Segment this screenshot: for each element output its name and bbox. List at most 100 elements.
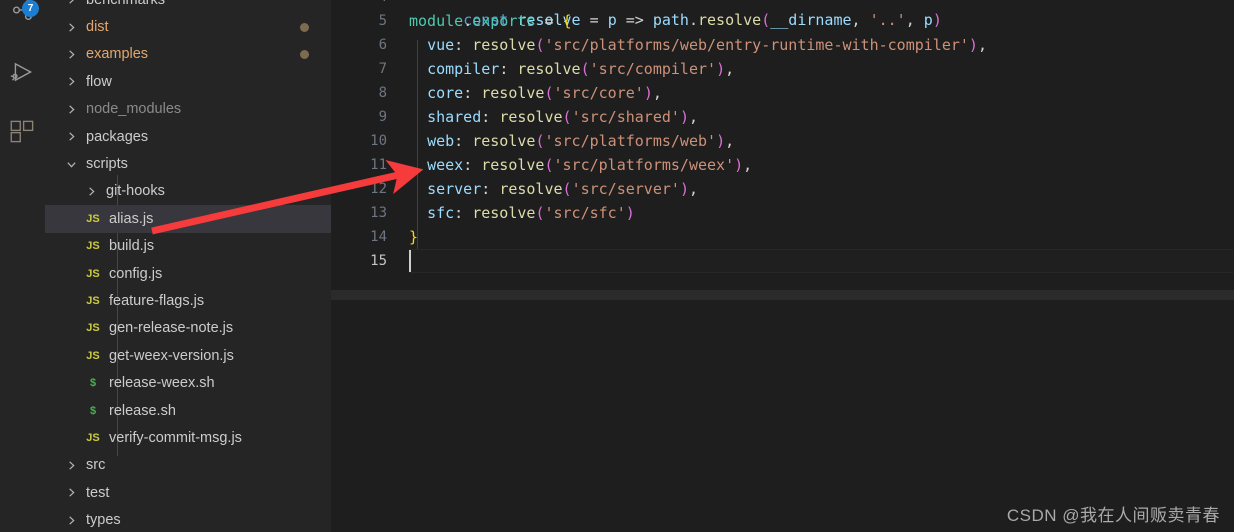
extensions-icon <box>9 118 36 145</box>
code-text: weex: resolve('src/platforms/weex'), <box>427 155 753 174</box>
code-line[interactable]: 10 web: resolve('src/platforms/web'), <box>331 129 1234 153</box>
chevron-right-icon[interactable] <box>63 460 80 471</box>
tree-item-packages[interactable]: packages <box>45 123 331 150</box>
javascript-file-icon: JS <box>86 294 100 307</box>
tree-item-release-weex-sh[interactable]: $ release-weex.sh <box>45 369 331 396</box>
vscode-window: 7 benchmarksd <box>0 0 1234 532</box>
javascript-file-icon: JS <box>86 240 100 253</box>
shell-file-icon: $ <box>89 404 97 417</box>
code-line[interactable]: 15 <box>331 248 1234 273</box>
chevron-right-icon[interactable] <box>63 487 80 498</box>
tree-item-alias-js[interactable]: JS alias.js <box>45 205 331 233</box>
tree-item-types[interactable]: types <box>45 506 331 532</box>
code-line[interactable]: 12 server: resolve('src/server'), <box>331 177 1234 201</box>
javascript-file-icon: JS <box>86 212 100 225</box>
tree-item-build-js[interactable]: JS build.js <box>45 233 331 260</box>
chevron-right-icon[interactable] <box>63 76 80 87</box>
file-tree[interactable]: benchmarks dist examples flow node_modulespa… <box>45 0 331 532</box>
code-line[interactable]: 11 weex: resolve('src/platforms/weex'), <box>331 153 1234 177</box>
tree-item-label: git-hooks <box>106 183 165 200</box>
line-number: 6 <box>378 36 387 53</box>
tree-item-label: types <box>86 512 121 529</box>
line-number: 4 <box>331 0 387 9</box>
tree-item-release-sh[interactable]: $ release.sh <box>45 397 331 424</box>
chevron-right-icon[interactable] <box>83 186 100 197</box>
tree-item-examples[interactable]: examples <box>45 41 331 68</box>
line-number: 10 <box>370 132 387 149</box>
horizontal-scrollbar[interactable] <box>331 290 1234 300</box>
source-control-badge: 7 <box>22 0 39 17</box>
code-text: web: resolve('src/platforms/web'), <box>427 131 735 150</box>
chevron-right-icon[interactable] <box>63 515 80 526</box>
tree-item-label: src <box>86 457 106 474</box>
shell-file-icon: $ <box>89 377 97 390</box>
line-number: 7 <box>378 60 387 77</box>
chevron-right-icon[interactable] <box>63 22 80 33</box>
javascript-file-icon: JS <box>86 322 100 335</box>
line-number: 5 <box>378 12 387 29</box>
chevron-right-icon[interactable] <box>63 0 80 5</box>
activity-bar: 7 <box>0 0 45 532</box>
code-text: vue: resolve('src/platforms/web/entry-ru… <box>427 35 987 54</box>
chevron-down-icon[interactable] <box>63 159 80 170</box>
code-text: compiler: resolve('src/compiler'), <box>427 59 735 78</box>
line-number: 9 <box>378 108 387 125</box>
code-line[interactable]: 5 module.exports = { <box>331 9 1234 33</box>
code-line[interactable]: 14} <box>331 225 1234 249</box>
tree-item-verify-commit-msg-js[interactable]: JS verify-commit-msg.js <box>45 424 331 451</box>
tree-item-label: test <box>86 484 110 501</box>
tree-item-benchmarks[interactable]: benchmarks <box>45 0 331 13</box>
code-lines[interactable]: 4 5 module.exports = { 6 vue: resolve('src/… <box>331 0 1234 273</box>
watermark-text: CSDN @我在人间贩卖青春 <box>1006 506 1220 525</box>
tree-item-feature-flags-js[interactable]: JS feature-flags.js <box>45 287 331 314</box>
tree-item-test[interactable]: test <box>45 479 331 506</box>
tree-item-get-weex-version-js[interactable]: JS get-weex-version.js <box>45 342 331 369</box>
tree-item-label: build.js <box>109 238 155 255</box>
tree-item-label: node_modules <box>86 101 182 118</box>
javascript-file-icon: JS <box>86 349 100 362</box>
tree-item-label: examples <box>86 46 149 63</box>
decoration-dot <box>300 49 309 59</box>
tree-item-label: get-weex-version.js <box>109 347 234 364</box>
activity-item-source-control[interactable]: 7 <box>0 0 45 34</box>
tree-item-scripts[interactable]: scripts <box>45 150 331 177</box>
chevron-right-icon[interactable] <box>63 131 80 142</box>
tree-item-src[interactable]: src <box>45 452 331 479</box>
explorer-sidebar[interactable]: benchmarks dist examples flow node_modulespa… <box>45 0 331 532</box>
chevron-right-icon[interactable] <box>63 49 80 60</box>
activity-item-extensions[interactable] <box>0 107 45 155</box>
tree-item-label: scripts <box>86 156 128 173</box>
tree-item-label: gen-release-note.js <box>109 320 234 337</box>
tree-item-label: alias.js <box>109 210 154 227</box>
activity-item-run-debug[interactable] <box>0 48 45 96</box>
code-text: module.exports = { <box>409 11 572 30</box>
tree-item-git-hooks[interactable]: git-hooks <box>45 178 331 205</box>
run-and-debug-icon <box>9 58 37 86</box>
text-caret <box>409 249 411 272</box>
code-line[interactable]: 8 core: resolve('src/core'), <box>331 81 1234 105</box>
tree-item-flow[interactable]: flow <box>45 68 331 95</box>
code-text: sfc: resolve('src/sfc') <box>427 203 635 222</box>
javascript-file-icon: JS <box>86 431 100 444</box>
chevron-right-icon[interactable] <box>63 104 80 115</box>
code-line[interactable]: 6 vue: resolve('src/platforms/web/entry-… <box>331 33 1234 57</box>
line-number: 11 <box>370 156 387 173</box>
tree-item-label: flow <box>86 73 112 90</box>
code-text: shared: resolve('src/shared'), <box>427 107 698 126</box>
tree-item-config-js[interactable]: JS config.js <box>45 260 331 287</box>
code-line[interactable]: 7 compiler: resolve('src/compiler'), <box>331 57 1234 81</box>
code-line[interactable]: 4 <box>331 0 1234 9</box>
line-number: 15 <box>370 252 387 269</box>
tree-item-gen-release-note-js[interactable]: JS gen-release-note.js <box>45 315 331 342</box>
code-text: core: resolve('src/core'), <box>427 83 662 102</box>
tree-item-label: config.js <box>109 265 163 282</box>
tree-item-label: dist <box>86 19 109 36</box>
javascript-file-icon: JS <box>86 267 100 280</box>
code-editor[interactable]: const resolve = p => path.resolve(__dirn… <box>331 0 1234 532</box>
tree-item-dist[interactable]: dist <box>45 13 331 40</box>
line-number: 12 <box>370 180 387 197</box>
code-line[interactable]: 9 shared: resolve('src/shared'), <box>331 105 1234 129</box>
code-text: } <box>409 227 419 246</box>
code-line[interactable]: 13 sfc: resolve('src/sfc') <box>331 201 1234 225</box>
tree-item-node-modules[interactable]: node_modules <box>45 96 331 123</box>
